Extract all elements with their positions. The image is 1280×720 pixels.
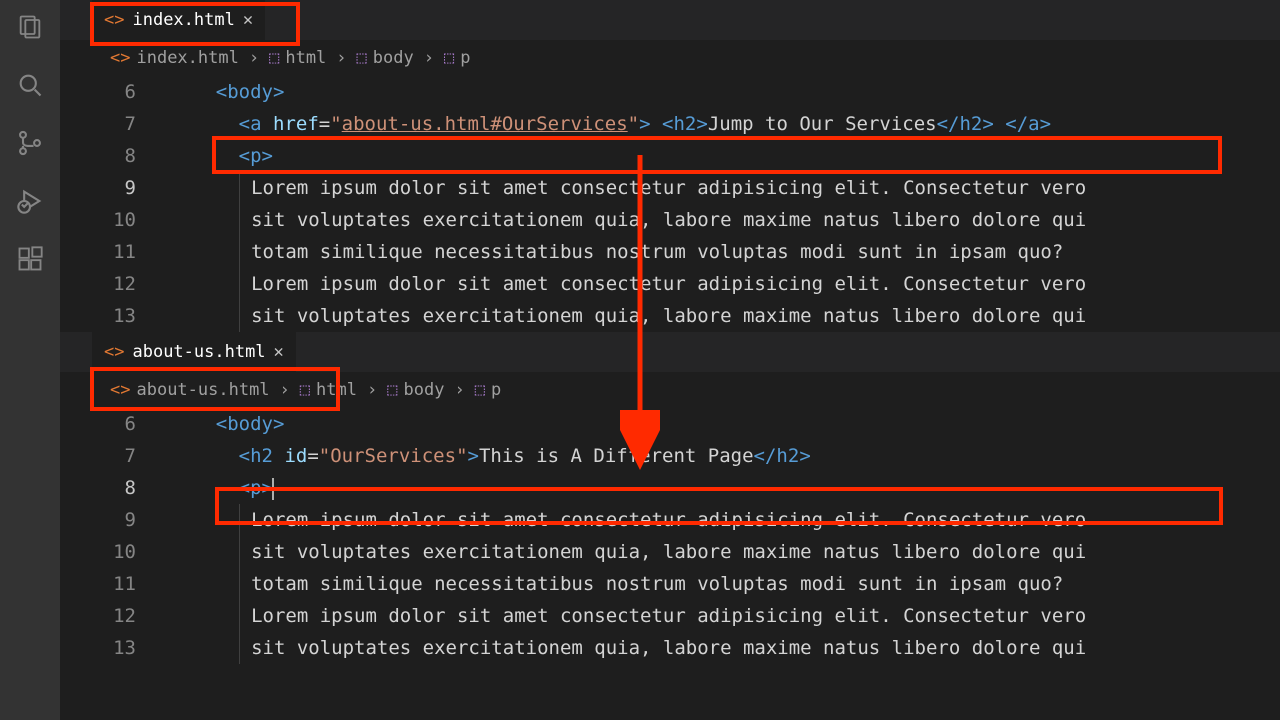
- line-gutter: 6 7 8 9 10 11 12 13: [60, 408, 170, 664]
- code-line[interactable]: <p>: [170, 140, 1280, 172]
- code-area-2[interactable]: 6 7 8 9 10 11 12 13 <body> <h2 id="OurSe…: [60, 408, 1280, 664]
- code-line[interactable]: sit voluptates exercitationem quia, labo…: [170, 300, 1280, 332]
- code-line[interactable]: sit voluptates exercitationem quia, labo…: [170, 204, 1280, 236]
- line-gutter: 6 7 8 9 10 11 12 13: [60, 76, 170, 332]
- breadcrumb-file[interactable]: <>index.html: [110, 48, 239, 68]
- tab-about-us-html[interactable]: <> about-us.html ✕: [92, 332, 296, 372]
- breadcrumb-file[interactable]: <>about-us.html: [110, 380, 270, 400]
- editor-pane-1: <> index.html ✕ <>index.html › ⬚html › ⬚…: [60, 0, 1280, 332]
- tab-index-html[interactable]: <> index.html ✕: [92, 0, 265, 40]
- symbol-icon: ⬚: [475, 380, 485, 400]
- code-line[interactable]: <body>: [170, 408, 1280, 440]
- code-line[interactable]: sit voluptates exercitationem quia, labo…: [170, 632, 1280, 664]
- text-cursor: [272, 478, 274, 500]
- code-line[interactable]: sit voluptates exercitationem quia, labo…: [170, 536, 1280, 568]
- explorer-icon[interactable]: [15, 12, 45, 42]
- file-icon: <>: [110, 380, 130, 400]
- symbol-icon: ⬚: [357, 48, 367, 68]
- code-line[interactable]: Lorem ipsum dolor sit amet consectetur a…: [170, 504, 1280, 536]
- code-line[interactable]: <p>: [170, 472, 1280, 504]
- code-line[interactable]: <body>: [170, 76, 1280, 108]
- source-control-icon[interactable]: [15, 128, 45, 158]
- chevron-right-icon: ›: [280, 380, 290, 400]
- code-line[interactable]: Lorem ipsum dolor sit amet consectetur a…: [170, 172, 1280, 204]
- breadcrumb-html[interactable]: ⬚html: [300, 380, 357, 400]
- symbol-icon: ⬚: [387, 380, 397, 400]
- code-line[interactable]: totam similique necessitatibus nostrum v…: [170, 236, 1280, 268]
- code-lines[interactable]: <body> <a href="about-us.html#OurService…: [170, 76, 1280, 332]
- file-icon: <>: [104, 342, 124, 362]
- chevron-right-icon: ›: [249, 48, 259, 68]
- close-icon[interactable]: ✕: [274, 342, 284, 362]
- tab-bar-1: <> index.html ✕: [60, 0, 1280, 40]
- symbol-icon: ⬚: [300, 380, 310, 400]
- chevron-right-icon: ›: [454, 380, 464, 400]
- code-area-1[interactable]: 6 7 8 9 10 11 12 13 <body> <a href="abou…: [60, 76, 1280, 332]
- breadcrumb-body[interactable]: ⬚body: [357, 48, 414, 68]
- close-icon[interactable]: ✕: [243, 10, 253, 30]
- breadcrumb-p[interactable]: ⬚p: [444, 48, 471, 68]
- code-line[interactable]: Lorem ipsum dolor sit amet consectetur a…: [170, 600, 1280, 632]
- code-line[interactable]: Lorem ipsum dolor sit amet consectetur a…: [170, 268, 1280, 300]
- breadcrumb-body[interactable]: ⬚body: [387, 380, 444, 400]
- chevron-right-icon: ›: [367, 380, 377, 400]
- extensions-icon[interactable]: [15, 244, 45, 274]
- file-icon: <>: [104, 10, 124, 30]
- chevron-right-icon: ›: [336, 48, 346, 68]
- tab-filename: index.html: [132, 10, 234, 30]
- code-line[interactable]: totam similique necessitatibus nostrum v…: [170, 568, 1280, 600]
- editor-area: <> index.html ✕ <>index.html › ⬚html › ⬚…: [60, 0, 1280, 720]
- editor-pane-2: <> about-us.html ✕ <>about-us.html › ⬚ht…: [60, 332, 1280, 664]
- tab-bar-2: <> about-us.html ✕: [60, 332, 1280, 372]
- activity-bar: [0, 0, 60, 720]
- breadcrumb-html[interactable]: ⬚html: [269, 48, 326, 68]
- search-icon[interactable]: [15, 70, 45, 100]
- tab-filename: about-us.html: [132, 342, 265, 362]
- breadcrumb-2[interactable]: <>about-us.html › ⬚html › ⬚body › ⬚p: [60, 372, 1280, 408]
- symbol-icon: ⬚: [444, 48, 454, 68]
- chevron-right-icon: ›: [424, 48, 434, 68]
- breadcrumb-p[interactable]: ⬚p: [475, 380, 502, 400]
- code-line[interactable]: <h2 id="OurServices">This is A Different…: [170, 440, 1280, 472]
- symbol-icon: ⬚: [269, 48, 279, 68]
- debug-icon[interactable]: [15, 186, 45, 216]
- file-icon: <>: [110, 48, 130, 68]
- code-lines[interactable]: <body> <h2 id="OurServices">This is A Di…: [170, 408, 1280, 664]
- code-line[interactable]: <a href="about-us.html#OurServices"> <h2…: [170, 108, 1280, 140]
- breadcrumb-1[interactable]: <>index.html › ⬚html › ⬚body › ⬚p: [60, 40, 1280, 76]
